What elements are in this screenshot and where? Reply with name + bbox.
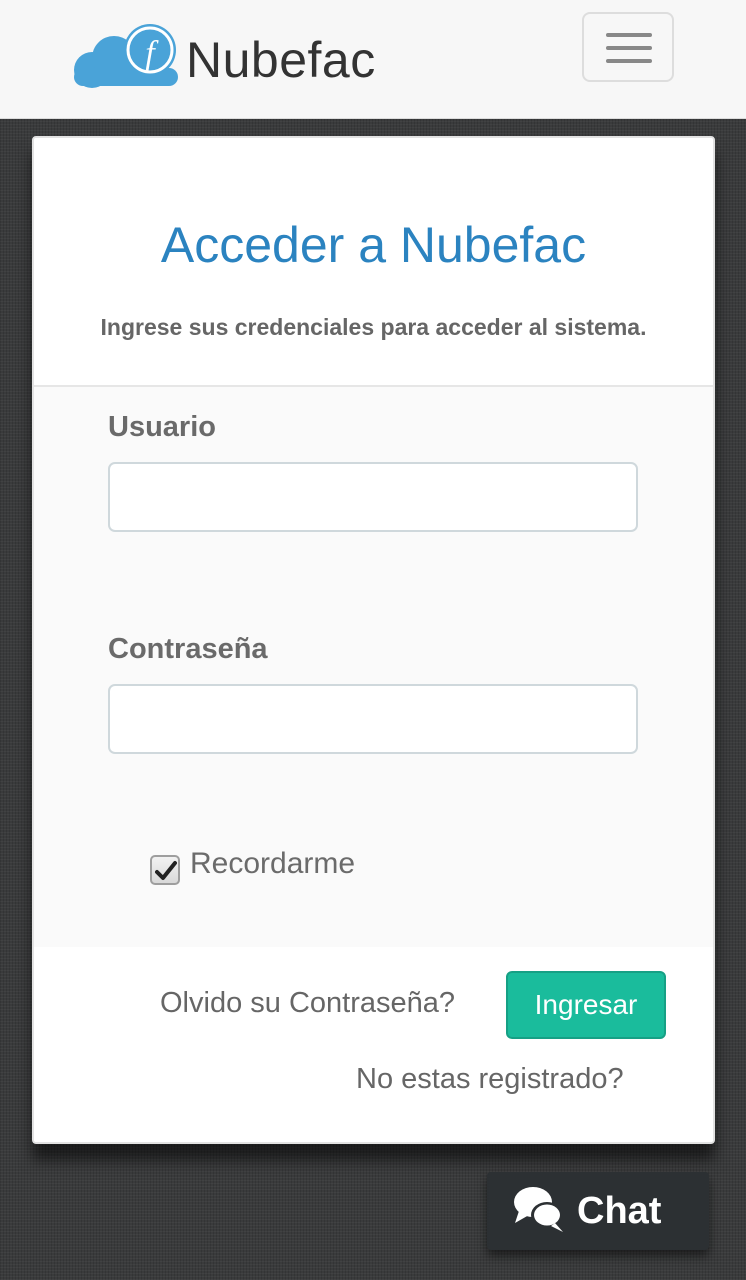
top-navbar: f Nubefac [0, 0, 746, 119]
password-label: Contraseña [108, 633, 268, 665]
page-title: Acceder a Nubefac [160, 217, 587, 273]
password-input[interactable] [108, 684, 638, 754]
username-label: Usuario [108, 411, 216, 443]
login-card-footer: Olvido su Contraseña? Ingresar No estas … [34, 947, 713, 1142]
login-form: Usuario Contraseña Recordarme [34, 387, 713, 947]
login-card-header: Acceder a Nubefac Ingrese sus credencial… [34, 138, 713, 387]
login-card: Acceder a Nubefac Ingrese sus credencial… [32, 136, 715, 1144]
cloud-logo-icon: f [74, 24, 178, 88]
chat-widget-button[interactable]: Chat [487, 1172, 709, 1250]
register-link[interactable]: No estas registrado? [356, 1063, 624, 1096]
checkmark-icon [155, 861, 177, 880]
remember-me: Recordarme [150, 847, 355, 887]
forgot-password-link[interactable]: Olvido su Contraseña? [160, 987, 455, 1020]
hamburger-menu-button[interactable] [582, 12, 674, 82]
remember-checkbox[interactable] [150, 855, 180, 885]
brand-name: Nubefac [186, 32, 376, 88]
chat-label: Chat [577, 1190, 662, 1232]
brand-link[interactable]: f Nubefac [70, 20, 376, 92]
login-subtitle: Ingrese sus credenciales para acceder al… [100, 314, 647, 340]
submit-button[interactable]: Ingresar [506, 971, 666, 1039]
chat-bubbles-icon [514, 1187, 563, 1232]
username-input[interactable] [108, 462, 638, 532]
remember-label[interactable]: Recordarme [190, 847, 355, 881]
